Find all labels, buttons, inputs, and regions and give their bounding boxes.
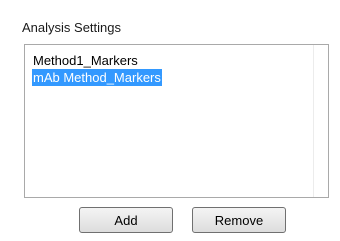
list-divider: [313, 45, 314, 197]
list-item-method1-markers[interactable]: Method1_Markers: [32, 52, 139, 69]
add-button[interactable]: Add: [79, 207, 173, 233]
analysis-settings-label: Analysis Settings: [22, 20, 121, 35]
list-item-mab-method-markers[interactable]: mAb Method_Markers: [32, 69, 162, 86]
analysis-settings-list[interactable]: Method1_Markers mAb Method_Markers: [24, 44, 329, 198]
remove-button[interactable]: Remove: [192, 207, 286, 233]
analysis-settings-panel: Analysis Settings Method1_Markers mAb Me…: [0, 0, 340, 241]
